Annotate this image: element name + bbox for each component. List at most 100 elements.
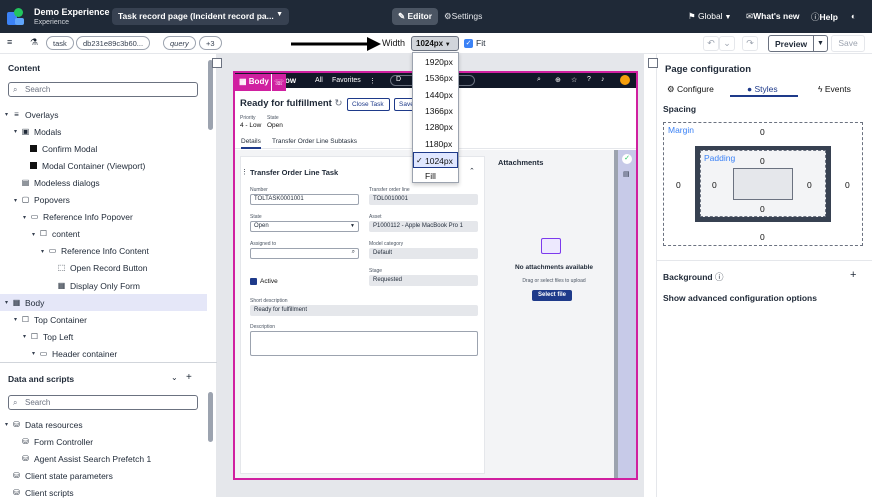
flask-icon[interactable]: ⚗ [30, 37, 38, 48]
tree-item[interactable]: ▾ ▭ Reference Info Content [0, 243, 207, 260]
width-option[interactable]: 1180px [413, 136, 458, 152]
short-desc-field[interactable]: Ready for fulfillment [250, 305, 478, 316]
chevron-down-icon[interactable]: ▾ [5, 299, 12, 306]
tree-item[interactable]: ▾ ▣ Modals [0, 123, 207, 140]
redo-icon[interactable]: ↷ [742, 36, 758, 51]
tab-styles[interactable]: ● Styles [747, 84, 778, 94]
chevron-down-icon[interactable]: ▾ [5, 421, 12, 428]
padding-bottom-input[interactable]: 0 [760, 204, 765, 214]
scope-menu[interactable]: ⚑ Global ▼ [688, 11, 731, 22]
tree-item[interactable]: ▾ ☐ Top Container [0, 311, 207, 328]
chevron-down-icon[interactable]: ▾ [23, 333, 30, 340]
active-checkbox[interactable] [250, 278, 257, 285]
whats-new-button[interactable]: ✉What's new [746, 11, 800, 22]
chevron-down-icon[interactable]: ▾ [41, 248, 48, 255]
add-icon[interactable]: + [186, 372, 192, 383]
data-tree-item[interactable]: ⛁ Client state parameters [0, 467, 207, 484]
tree-item[interactable]: ▤ Modeless dialogs [0, 174, 207, 191]
tree-item[interactable]: Confirm Modal [0, 140, 207, 157]
stage-field[interactable]: Requested [369, 275, 478, 286]
model-field[interactable]: Default [369, 248, 478, 259]
content-search-input[interactable]: ⌕ Search [8, 82, 198, 97]
nav-more[interactable]: ⋮ [369, 77, 376, 85]
editor-mode-button[interactable]: ✎ Editor [392, 8, 439, 25]
tree-item[interactable]: ▾ ▢ Popovers [0, 192, 207, 209]
content-scrollbar[interactable] [208, 60, 213, 130]
width-option[interactable]: 1366px [413, 103, 458, 119]
page-select[interactable]: Task record page (Incident record pa... ▼ [112, 8, 289, 25]
document-icon[interactable]: ▤ [623, 170, 630, 178]
star-icon[interactable]: ☆ [571, 76, 577, 84]
bell-icon[interactable]: ♪ [601, 76, 605, 83]
tree-item[interactable]: ▾ ☐ Top Left [0, 328, 207, 345]
margin-top-input[interactable]: 0 [760, 127, 765, 137]
help-icon[interactable]: ? [587, 76, 591, 83]
data-search-input[interactable]: ⌕ Search [8, 395, 198, 410]
pill-more[interactable]: +3 [199, 36, 222, 50]
save-button[interactable]: Save [831, 35, 865, 52]
agent-assist-icon[interactable]: ✓ [622, 154, 632, 164]
preview-save-button[interactable]: Save [394, 98, 414, 111]
assigned-field[interactable]: ⌕ [250, 248, 359, 259]
pill-sysid[interactable]: db231e89c3b60... [76, 36, 151, 50]
collapse-left-icon[interactable] [212, 58, 222, 68]
chevron-down-icon[interactable]: ▾ [23, 214, 30, 221]
data-tree-item[interactable]: ⛁ Agent Assist Search Prefetch 1 [0, 450, 207, 467]
undo-menu-icon[interactable]: ⌄ [719, 36, 735, 51]
advanced-options-link[interactable]: Show advanced configuration options [663, 293, 817, 303]
hamburger-icon[interactable]: ≡ [7, 37, 12, 47]
chevron-down-icon[interactable]: ▾ [32, 350, 39, 357]
contrast-icon[interactable]: ◐ [851, 11, 856, 21]
tree-item[interactable]: ▾ ☐ content [0, 226, 207, 243]
pill-table[interactable]: task [46, 36, 74, 50]
tree-item[interactable]: ▾ ▦ Body [0, 294, 207, 312]
nav-favorites[interactable]: Favorites [332, 77, 361, 84]
tree-item[interactable]: ⬚ Open Record Button [0, 260, 207, 277]
tol-field[interactable]: TOL0010001 [369, 194, 478, 205]
padding-right-input[interactable]: 0 [807, 180, 812, 190]
chevron-down-icon[interactable]: ▾ [14, 197, 21, 204]
data-scrollbar[interactable] [208, 392, 213, 442]
width-option[interactable]: ✓ 1024px [413, 151, 458, 168]
globe-icon[interactable]: ⊕ [555, 76, 561, 84]
width-option[interactable]: 1440px [413, 87, 458, 103]
padding-top-input[interactable]: 0 [760, 156, 765, 166]
chevron-down-icon[interactable]: ⌄ [171, 373, 178, 382]
margin-right-input[interactable]: 0 [845, 180, 850, 190]
preview-button[interactable]: Preview ▼ [768, 35, 828, 52]
undo-icon[interactable]: ↶ [703, 36, 719, 51]
body-selection-tag[interactable]: ▦ Body [235, 74, 273, 91]
width-option[interactable]: 1920px [413, 54, 458, 70]
info-icon[interactable]: ⓘ [713, 272, 724, 282]
tab-configure[interactable]: ⚙ Configure [667, 84, 714, 95]
padding-left-input[interactable]: 0 [712, 180, 717, 190]
margin-bottom-input[interactable]: 0 [760, 232, 765, 242]
tab-details[interactable]: Details [241, 138, 261, 149]
chevron-down-icon[interactable]: ▾ [14, 128, 21, 135]
tab-subtasks[interactable]: Transfer Order Line Subtasks [272, 138, 357, 145]
data-tree-item[interactable]: ⛁ Form Controller [0, 433, 207, 450]
add-background-icon[interactable]: + [850, 269, 856, 281]
avatar[interactable] [620, 75, 630, 85]
collapse-right-icon[interactable] [648, 58, 658, 68]
phone-icon[interactable]: ☏ [271, 74, 286, 91]
close-task-button[interactable]: Close Task [347, 98, 390, 111]
width-option[interactable]: 1280px [413, 119, 458, 135]
chevron-down-icon[interactable]: ▾ [32, 231, 39, 238]
select-file-button[interactable]: Select file [532, 290, 572, 301]
settings-mode-button[interactable]: ⚙Settings [442, 8, 484, 25]
tree-item[interactable]: ▾ ▭ Header container [0, 345, 207, 362]
data-tree-item[interactable]: ▾ ⛁ Data resources [0, 416, 207, 433]
asset-field[interactable]: P1000112 - Apple MacBook Pro 1 [369, 221, 478, 232]
width-option[interactable]: Fill [413, 168, 458, 184]
tree-item[interactable]: ▾ ▭ Reference Info Popover [0, 209, 207, 226]
chevron-up-icon[interactable]: ⌃ [469, 167, 475, 175]
number-field[interactable]: TOLTASK0001001 [250, 194, 359, 205]
width-option[interactable]: 1536px [413, 70, 458, 86]
chevron-down-icon[interactable]: ▾ [14, 316, 21, 323]
description-field[interactable] [250, 331, 478, 356]
chevron-down-icon[interactable]: ▾ [5, 111, 12, 118]
tree-item[interactable]: ▦ Display Only Form [0, 277, 207, 294]
refresh-icon[interactable]: ↻ [332, 98, 342, 109]
fit-checkbox[interactable]: ✓ [464, 39, 473, 48]
